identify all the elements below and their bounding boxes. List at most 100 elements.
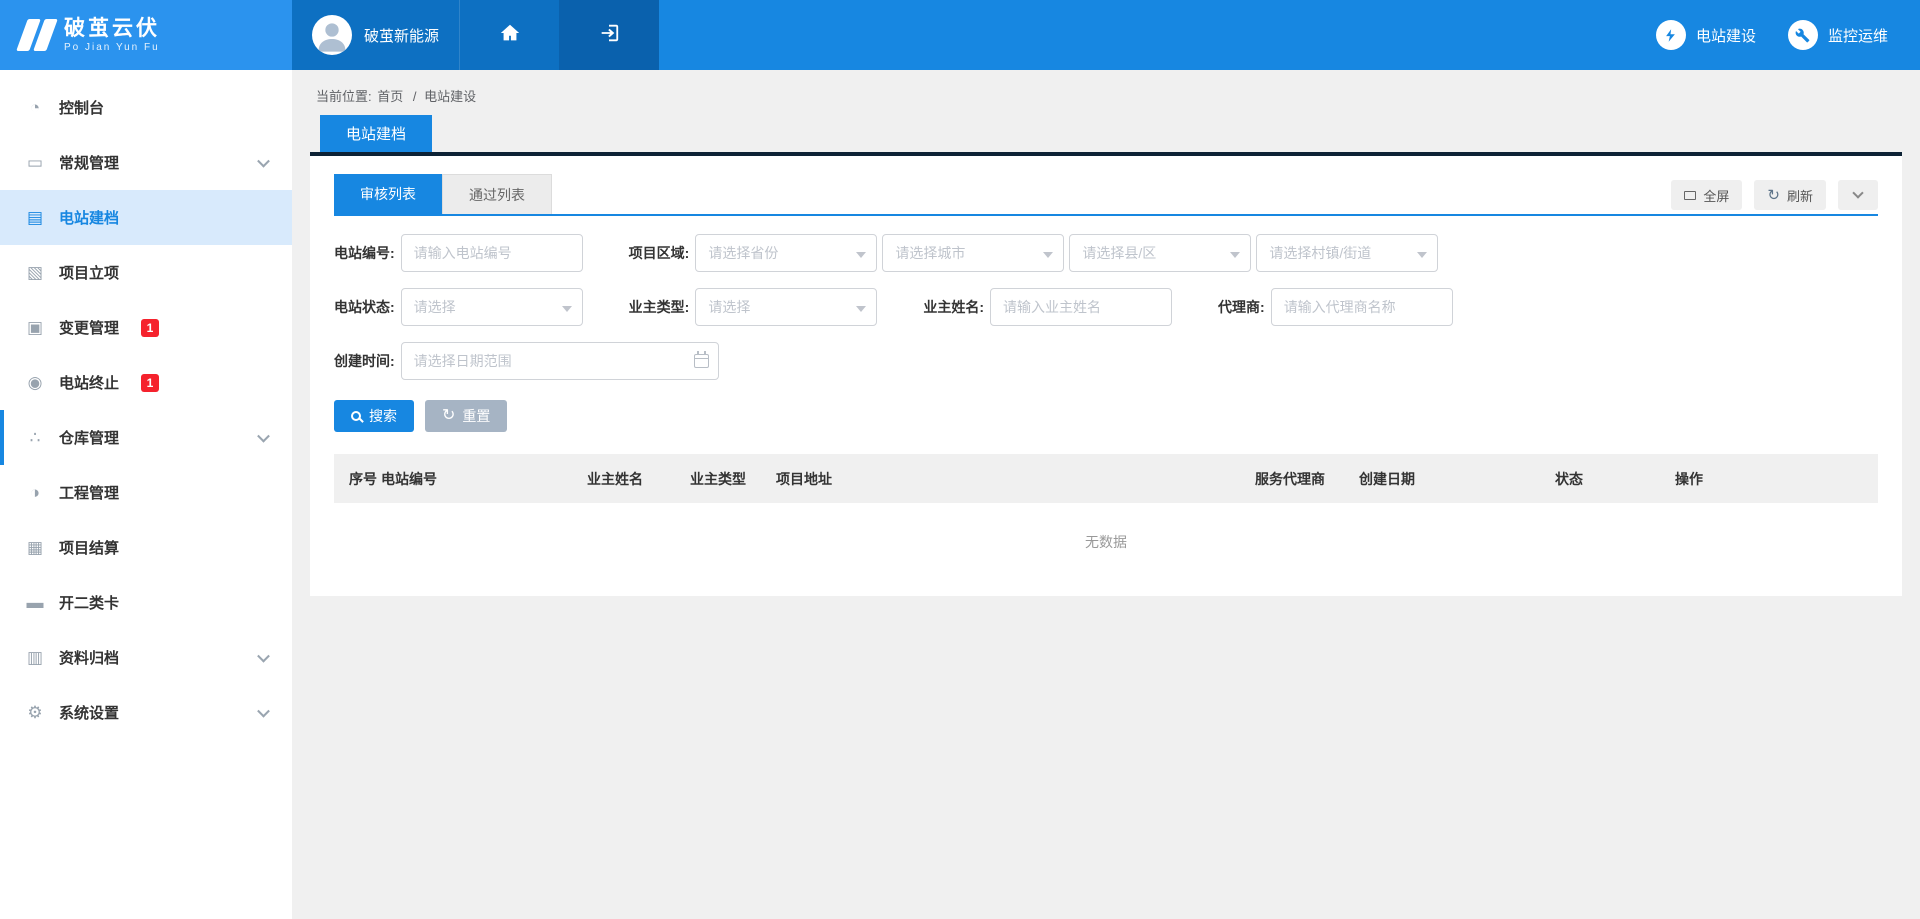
filter-row-3: 创建时间: — [334, 342, 1878, 380]
brand-logo[interactable]: 破茧云伏 Po Jian Yun Fu — [0, 0, 292, 70]
refresh-button[interactable]: ↻ 刷新 — [1754, 180, 1826, 210]
sidebar-item-engineering-management[interactable]: ◑ 工程管理 — [0, 465, 292, 520]
search-button[interactable]: 搜索 — [334, 400, 414, 432]
sidebar-item-station-termination[interactable]: ◉ 电站终止 1 — [0, 355, 292, 410]
reset-label: 重置 — [462, 406, 490, 426]
city-select-placeholder: 请选择城市 — [895, 243, 965, 263]
town-select[interactable]: 请选择村镇/街道 — [1256, 234, 1438, 272]
sidebar-item-label: 开二类卡 — [59, 592, 119, 613]
owner-type-placeholder: 请选择 — [708, 297, 750, 317]
caret-down-icon — [1230, 252, 1240, 263]
caret-down-icon — [1043, 252, 1053, 263]
filter-form: 电站编号: 项目区域: 请选择省份 请选择城市 请选择县/区 — [334, 234, 1878, 432]
column-header-index: 序号 — [334, 469, 381, 489]
station-status-select[interactable]: 请选择 — [401, 288, 583, 326]
calculator-icon: ▦ — [24, 538, 46, 558]
content-panel: 审核列表 通过列表 全屏 ↻ 刷新 电站编号: — [310, 152, 1902, 596]
sidebar-item-project-settlement[interactable]: ▦ 项目结算 — [0, 520, 292, 575]
region-label: 项目区域: — [629, 243, 690, 263]
sidebar-item-data-archive[interactable]: ▥ 资料归档 — [0, 630, 292, 685]
province-select-placeholder: 请选择省份 — [708, 243, 778, 263]
sidebar-item-warehouse-management[interactable]: ∴ 仓库管理 — [0, 410, 292, 465]
sidebar-item-project-initiation[interactable]: ▧ 项目立项 — [0, 245, 292, 300]
document-icon: ▤ — [24, 208, 46, 228]
fullscreen-button[interactable]: 全屏 — [1671, 180, 1742, 210]
reset-button[interactable]: ↻ 重置 — [425, 400, 507, 432]
owner-type-label: 业主类型: — [629, 297, 690, 317]
breadcrumb-separator: / — [413, 89, 417, 104]
brand-logo-icon — [22, 19, 52, 51]
sign-in-icon — [598, 22, 620, 49]
monitor-icon: ▭ — [24, 153, 46, 173]
refresh-icon: ↻ — [1767, 188, 1780, 203]
lightning-icon — [1656, 20, 1686, 50]
notification-badge: 1 — [141, 319, 159, 337]
station-status-placeholder: 请选择 — [414, 297, 456, 317]
nav-station-construction[interactable]: 电站建设 — [1656, 0, 1756, 70]
warehouse-icon: ∴ — [24, 428, 46, 448]
agent-label: 代理商: — [1218, 297, 1265, 317]
sidebar-item-second-class-card[interactable]: ▬ 开二类卡 — [0, 575, 292, 630]
date-range-input[interactable] — [401, 342, 719, 380]
sidebar-item-label: 项目结算 — [59, 537, 119, 558]
province-select[interactable]: 请选择省份 — [695, 234, 877, 272]
nav-monitoring-ops[interactable]: 监控运维 — [1788, 0, 1888, 70]
city-select[interactable]: 请选择城市 — [882, 234, 1064, 272]
project-icon: ▧ — [24, 263, 46, 283]
created-time-label: 创建时间: — [334, 351, 395, 371]
sidebar-item-label: 电站建档 — [59, 207, 119, 228]
sidebar-item-system-settings[interactable]: ⚙ 系统设置 — [0, 685, 292, 740]
column-header-actions: 操作 — [1675, 469, 1878, 489]
station-no-input[interactable] — [401, 234, 583, 272]
dashboard-icon: ◔ — [24, 98, 46, 118]
sidebar: ◔ 控制台 ▭ 常规管理 ▤ 电站建档 ▧ 项目立项 ▣ 变更管理 1 ◉ 电站… — [0, 70, 292, 919]
owner-type-select[interactable]: 请选择 — [695, 288, 877, 326]
tab-review-list[interactable]: 审核列表 — [334, 174, 442, 214]
chevron-down-icon — [257, 429, 270, 442]
filter-row-1: 电站编号: 项目区域: 请选择省份 请选择城市 请选择县/区 — [334, 234, 1878, 272]
agent-input[interactable] — [1271, 288, 1453, 326]
page-tab-station-filing[interactable]: 电站建档 — [320, 115, 432, 152]
breadcrumb-home[interactable]: 首页 — [377, 89, 403, 104]
sidebar-item-label: 仓库管理 — [59, 427, 119, 448]
sidebar-item-label: 工程管理 — [59, 482, 119, 503]
table-header-row: 序号 电站编号 业主姓名 业主类型 项目地址 服务代理商 创建日期 状态 操作 — [334, 454, 1878, 503]
chevron-down-icon — [1852, 187, 1863, 198]
sidebar-item-change-management[interactable]: ▣ 变更管理 1 — [0, 300, 292, 355]
home-icon — [499, 22, 521, 49]
company-name: 破茧新能源 — [364, 25, 439, 46]
sidebar-item-general-management[interactable]: ▭ 常规管理 — [0, 135, 292, 190]
filter-region: 项目区域: 请选择省份 请选择城市 请选择县/区 请选择村镇/街道 — [629, 234, 1444, 272]
fullscreen-icon — [1684, 191, 1696, 200]
copy-icon: ▣ — [24, 318, 46, 338]
sidebar-item-station-filing[interactable]: ▤ 电站建档 — [0, 190, 292, 245]
column-header-service-agent: 服务代理商 — [1255, 469, 1359, 489]
tab-passed-list[interactable]: 通过列表 — [442, 174, 552, 214]
station-no-label: 电站编号: — [334, 243, 395, 263]
user-menu[interactable]: 破茧新能源 — [292, 0, 459, 70]
filter-created-time: 创建时间: — [334, 342, 719, 380]
sidebar-item-dashboard[interactable]: ◔ 控制台 — [0, 80, 292, 135]
gear-icon: ⚙ — [24, 703, 46, 723]
collapse-button[interactable] — [1838, 180, 1878, 210]
owner-name-input[interactable] — [990, 288, 1172, 326]
search-icon — [351, 411, 361, 421]
refresh-label: 刷新 — [1787, 186, 1813, 205]
home-button[interactable] — [459, 0, 559, 70]
archive-icon: ▥ — [24, 648, 46, 668]
breadcrumb-prefix: 当前位置: — [316, 89, 372, 104]
sidebar-item-label: 常规管理 — [59, 152, 119, 173]
column-header-owner-name: 业主姓名 — [587, 469, 690, 489]
filter-row-2: 电站状态: 请选择 业主类型: 请选择 业主姓名: — [334, 288, 1878, 326]
county-select[interactable]: 请选择县/区 — [1069, 234, 1251, 272]
card-icon: ▬ — [24, 593, 46, 613]
reset-icon: ↻ — [442, 408, 455, 424]
sidebar-item-label: 系统设置 — [59, 702, 119, 723]
sidebar-item-label: 电站终止 — [59, 372, 119, 393]
brand-text: 破茧云伏 Po Jian Yun Fu — [64, 17, 160, 52]
fullscreen-label: 全屏 — [1703, 186, 1729, 205]
column-header-status: 状态 — [1555, 469, 1675, 489]
station-status-label: 电站状态: — [334, 297, 395, 317]
chevron-down-icon — [257, 649, 270, 662]
logout-button[interactable] — [559, 0, 659, 70]
